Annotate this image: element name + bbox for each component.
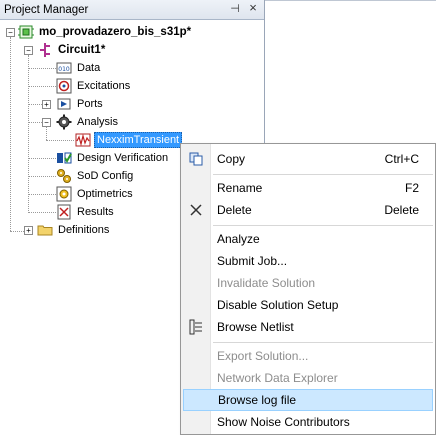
folder-icon	[37, 222, 53, 238]
excitations-label: Excitations	[77, 79, 131, 92]
ports-label: Ports	[77, 97, 103, 110]
svg-text:010: 010	[58, 66, 70, 73]
tree-item-definitions[interactable]: Definitions	[37, 221, 111, 238]
menu-item-copy[interactable]: Copy Ctrl+C	[183, 148, 433, 170]
setup-icon	[75, 132, 91, 148]
excitations-icon	[56, 78, 72, 94]
collapse-analysis-toggle[interactable]: −	[42, 118, 51, 127]
tree-item-project[interactable]: mo_provadazero_bis_s31p*	[18, 23, 193, 40]
menu-item-disable-setup[interactable]: Disable Solution Setup	[183, 294, 433, 316]
tree-item-data[interactable]: 010 Data	[56, 59, 102, 76]
project-label: mo_provadazero_bis_s31p*	[39, 25, 192, 38]
panel-title: Project Manager	[4, 3, 89, 16]
menu-item-delete[interactable]: Delete Delete	[183, 199, 433, 221]
results-icon	[56, 204, 72, 220]
tree-item-circuit[interactable]: Circuit1*	[37, 41, 107, 58]
tree-item-ports[interactable]: Ports	[56, 95, 105, 112]
menu-item-browse-log[interactable]: Browse log file	[183, 389, 433, 411]
tree-item-design-verification[interactable]: Design Verification	[56, 149, 170, 166]
setup-label: NexximTransient	[94, 131, 183, 148]
close-icon[interactable]: ×	[246, 0, 260, 15]
tree-item-analysis[interactable]: Analysis	[56, 113, 120, 130]
expand-ports-toggle[interactable]: +	[42, 100, 51, 109]
panel-titlebar: Project Manager ⊣ ×	[0, 0, 264, 20]
definitions-label: Definitions	[58, 223, 110, 236]
tree-item-optimetrics[interactable]: Optimetrics	[56, 185, 135, 202]
project-icon	[18, 24, 34, 40]
collapse-project-toggle[interactable]: −	[6, 28, 15, 37]
data-icon: 010	[56, 60, 72, 76]
analysis-gear-icon	[56, 114, 72, 130]
sod-config-icon	[56, 168, 72, 184]
tree-item-results[interactable]: Results	[56, 203, 116, 220]
pin-icon[interactable]: ⊣	[228, 2, 242, 15]
design-verification-label: Design Verification	[77, 151, 169, 164]
tree-item-nexxim-transient[interactable]: NexximTransient	[75, 131, 183, 148]
menu-item-show-noise[interactable]: Show Noise Contributors	[183, 411, 433, 433]
menu-item-rename[interactable]: Rename F2	[183, 177, 433, 199]
menu-item-invalidate-solution: Invalidate Solution	[217, 276, 316, 290]
results-label: Results	[77, 205, 114, 218]
tree-item-sod-config[interactable]: SoD Config	[56, 167, 135, 184]
analysis-label: Analysis	[77, 115, 118, 128]
context-menu: Copy Ctrl+C Rename F2 Delete Delete Anal…	[180, 143, 436, 435]
circuit-label: Circuit1*	[58, 43, 106, 56]
data-label: Data	[77, 61, 101, 74]
optimetrics-icon	[56, 186, 72, 202]
menu-item-analyze[interactable]: Analyze	[183, 228, 433, 250]
netlist-icon	[188, 319, 204, 335]
expand-definitions-toggle[interactable]: +	[24, 226, 33, 235]
menu-item-export-solution: Export Solution...	[217, 349, 309, 363]
menu-item-network-data-explorer: Network Data Explorer	[217, 371, 338, 385]
ports-icon	[56, 96, 72, 112]
menu-item-submit-job[interactable]: Submit Job...	[183, 250, 433, 272]
design-verification-icon	[56, 150, 72, 166]
menu-item-browse-netlist[interactable]: Browse Netlist	[183, 316, 433, 338]
delete-x-icon	[188, 202, 204, 218]
optimetrics-label: Optimetrics	[77, 187, 133, 200]
collapse-circuit-toggle[interactable]: −	[24, 46, 33, 55]
copy-icon	[188, 151, 204, 167]
sod-config-label: SoD Config	[77, 169, 134, 182]
tree-item-excitations[interactable]: Excitations	[56, 77, 132, 94]
circuit-icon	[37, 42, 53, 58]
